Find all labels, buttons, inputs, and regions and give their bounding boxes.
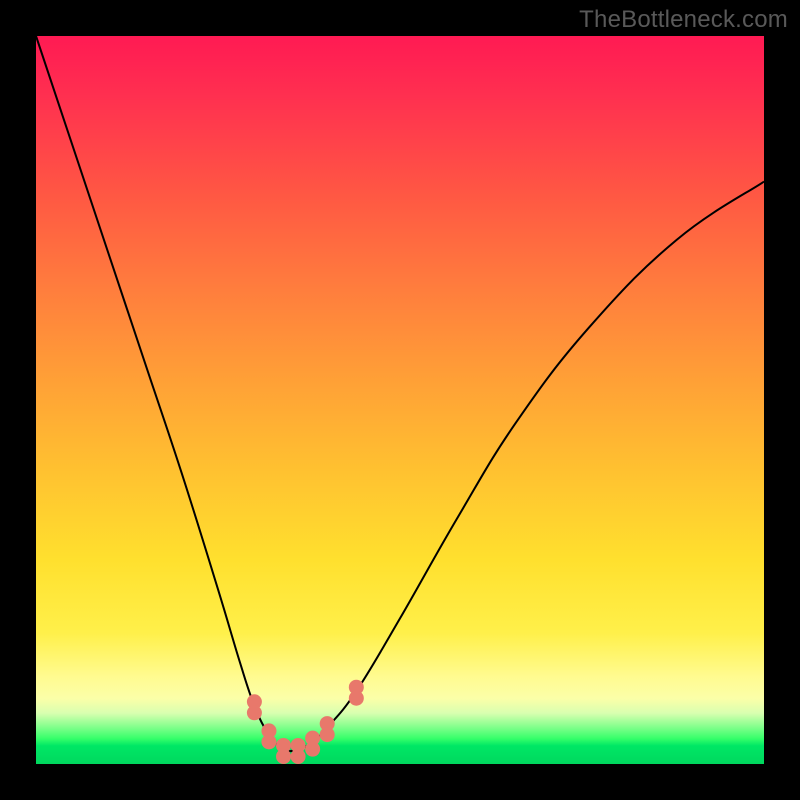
watermark-text: TheBottleneck.com xyxy=(579,6,788,34)
trough-dot xyxy=(349,691,364,706)
trough-dot xyxy=(320,727,335,742)
trough-dot xyxy=(276,749,291,764)
trough-dot xyxy=(261,734,276,749)
curve-layer xyxy=(36,36,764,751)
trough-dot xyxy=(247,705,262,720)
trough-dot xyxy=(305,742,320,757)
plot-area xyxy=(36,36,764,764)
bottleneck-curve-path xyxy=(36,36,764,751)
dots-layer xyxy=(247,680,364,764)
trough-dot xyxy=(291,749,306,764)
bottleneck-curve-svg xyxy=(36,36,764,764)
chart-frame: TheBottleneck.com xyxy=(0,0,800,800)
